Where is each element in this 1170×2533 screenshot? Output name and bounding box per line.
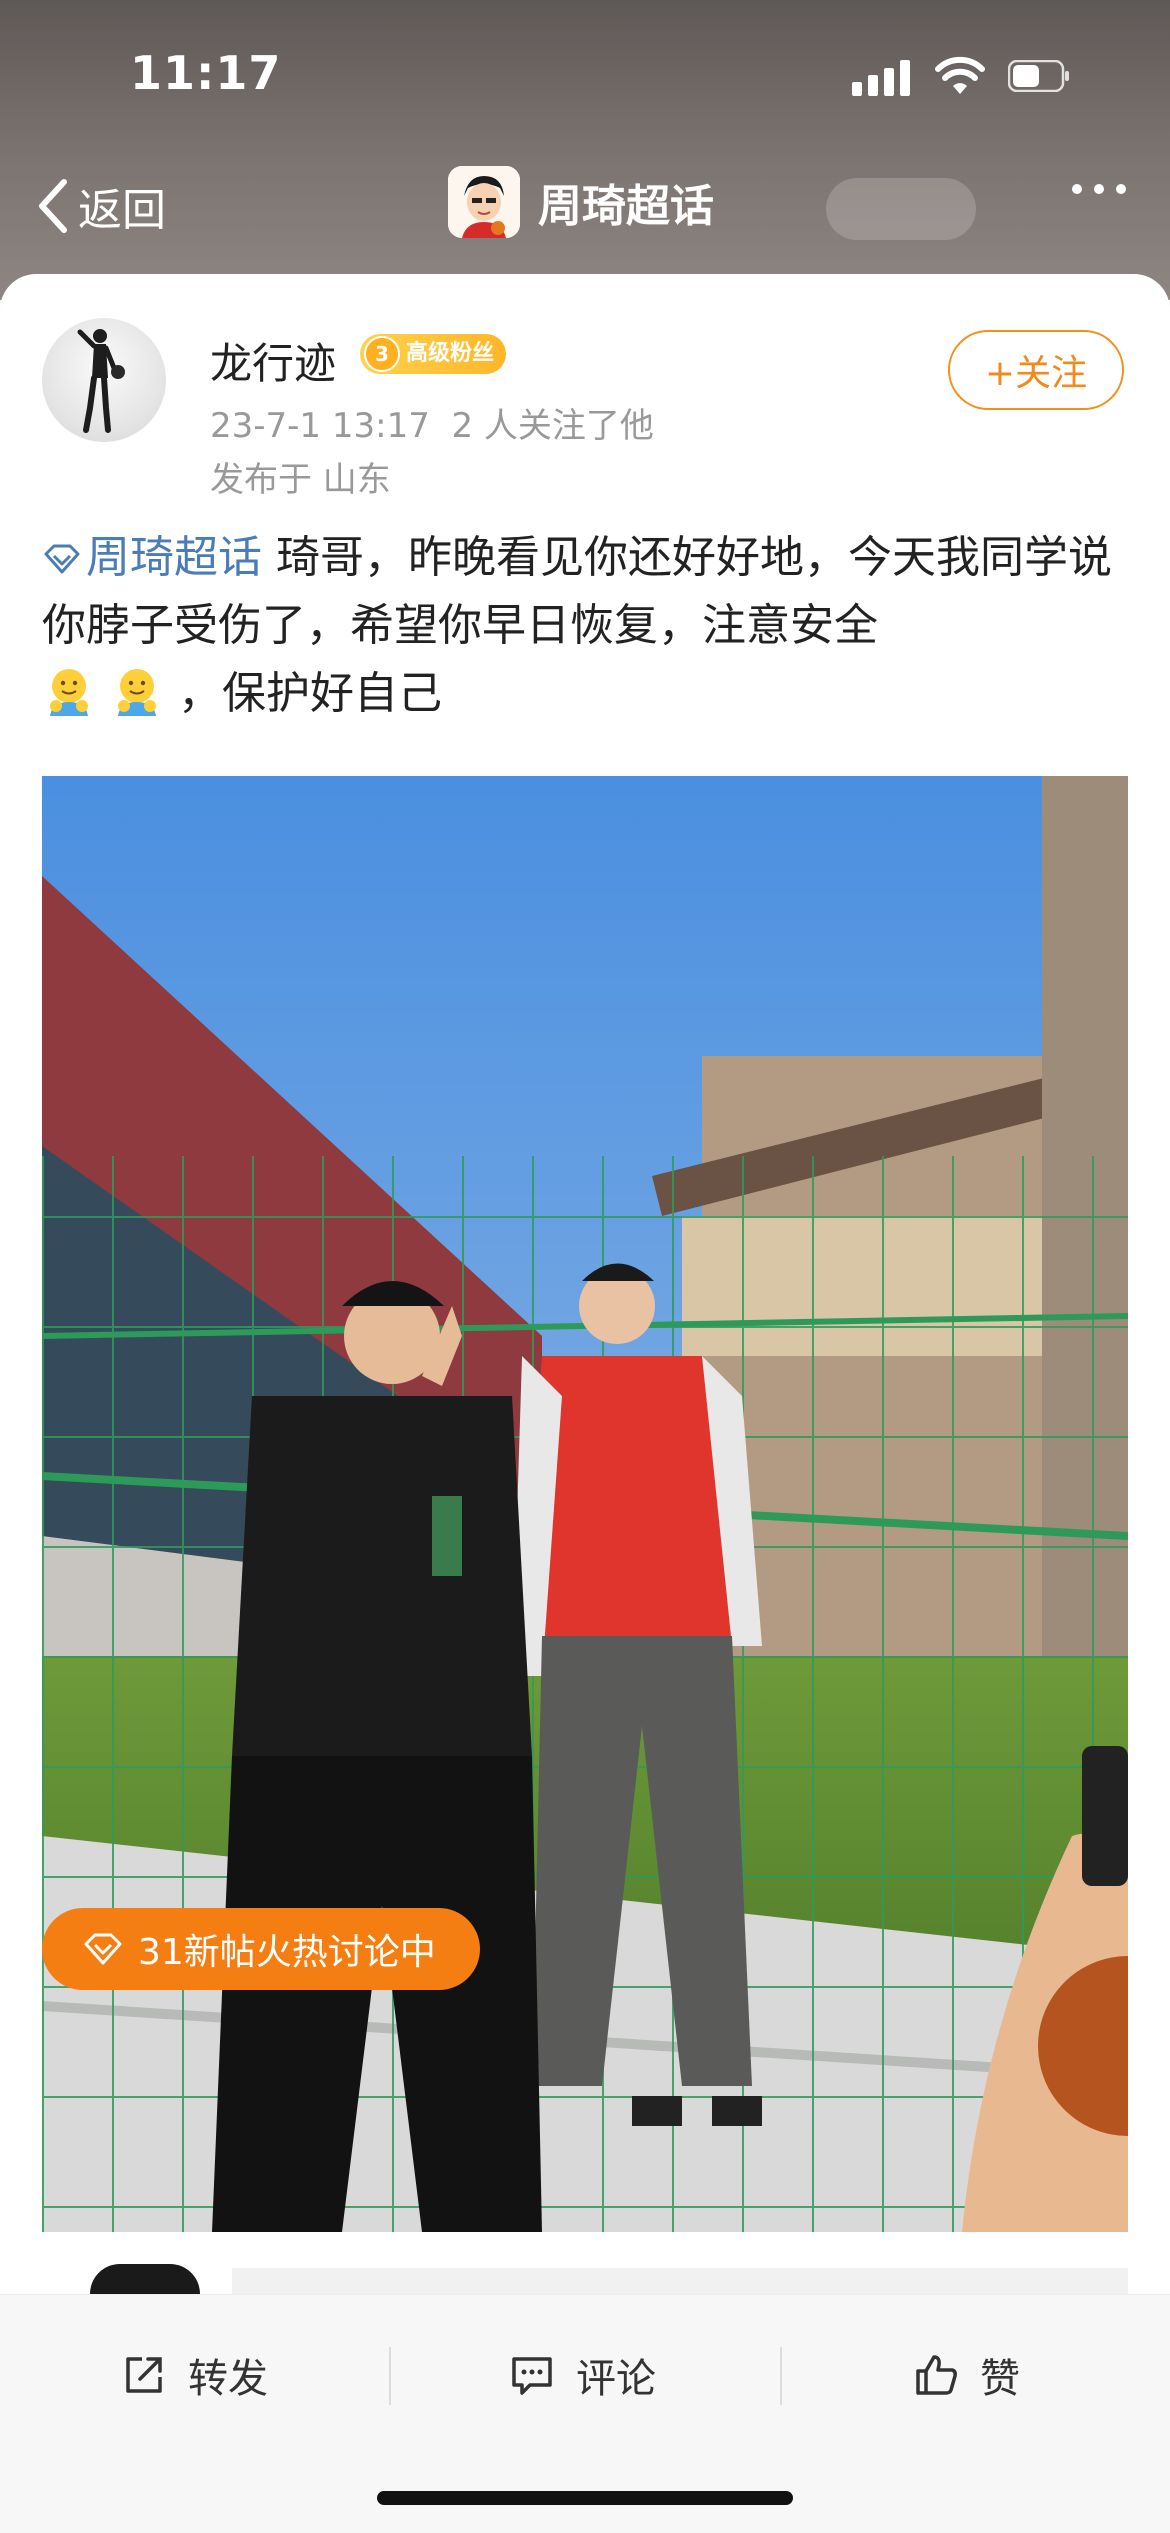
comment-button[interactable]: 评论: [508, 2335, 656, 2415]
hug-emoji-icon: [118, 669, 156, 716]
share-icon: [126, 2357, 162, 2393]
more-dot-icon: [1116, 184, 1126, 194]
repost-label: 转发: [188, 2356, 268, 2402]
supertopic-title[interactable]: 周琦超话: [448, 166, 714, 238]
comment-label: 评论: [576, 2356, 656, 2402]
like-label: 赞: [980, 2356, 1020, 2402]
blurred-header-button[interactable]: [826, 178, 976, 240]
followers-note: 2 人关注了他: [451, 406, 654, 446]
fan-level-number: 3: [364, 336, 400, 372]
user-avatar[interactable]: [42, 318, 166, 442]
fan-level-text: 高级粉丝: [406, 341, 495, 366]
hug-emoji-icon: [50, 669, 88, 716]
status-time: 11:17: [130, 46, 282, 100]
more-dot-icon: [1094, 184, 1104, 194]
topic-name: 周琦超话: [86, 532, 262, 583]
diamond-icon: [44, 544, 80, 574]
divider: [389, 2347, 391, 2405]
back-button[interactable]: 返回: [36, 174, 166, 238]
next-post-avatar: [90, 2264, 200, 2294]
post-location: 发布于 山东: [210, 460, 391, 500]
like-button[interactable]: 赞: [912, 2335, 1020, 2415]
battery-icon: [1008, 60, 1069, 92]
post-text: 周琦超话 琦哥，昨晚看见你还好好地，今天我同学说你脖子受伤了，希望你早日恢复，注…: [42, 524, 1132, 728]
fan-level-badge[interactable]: 3 高级粉丝: [360, 334, 507, 374]
repost-button[interactable]: 转发: [120, 2335, 268, 2415]
hot-discussion-banner[interactable]: 31新帖火热讨论中: [42, 1908, 480, 1990]
username[interactable]: 龙行迹: [210, 330, 336, 391]
post-meta: 23-7-1 13:17 2 人关注了他: [210, 398, 654, 447]
post-card: 龙行迹 3 高级粉丝 23-7-1 13:17 2 人关注了他 发布于 山东 +…: [0, 274, 1170, 2294]
hot-discussion-label: 31新帖火热讨论中: [138, 1932, 436, 1973]
back-label: 返回: [78, 185, 166, 236]
post-body-tail: ，保护好自己: [178, 668, 442, 719]
status-bar: 11:17: [0, 42, 1170, 112]
cellular-signal-icon: [852, 60, 910, 96]
navigation-bar: 返回 周琦超话: [0, 160, 1170, 250]
divider: [780, 2347, 782, 2405]
wifi-icon: [935, 56, 985, 94]
more-dot-icon: [1072, 184, 1082, 194]
supertopic-name: 周琦超话: [538, 181, 714, 232]
more-options-button[interactable]: [1072, 184, 1126, 194]
supertopic-avatar: [448, 166, 520, 238]
comment-icon: [512, 2357, 552, 2395]
action-bar: 转发 评论 赞: [0, 2294, 1170, 2533]
follow-button[interactable]: +关注: [948, 330, 1124, 410]
post-photo[interactable]: [42, 776, 1128, 2232]
diamond-icon: [84, 1933, 122, 1965]
thumbs-up-icon: [916, 2355, 957, 2395]
home-indicator: [377, 2491, 793, 2505]
next-post-preview: [232, 2268, 1128, 2294]
post-date: 23-7-1 13:17: [210, 406, 430, 446]
topic-link[interactable]: 周琦超话: [42, 532, 262, 583]
chevron-left-icon: [39, 179, 67, 233]
